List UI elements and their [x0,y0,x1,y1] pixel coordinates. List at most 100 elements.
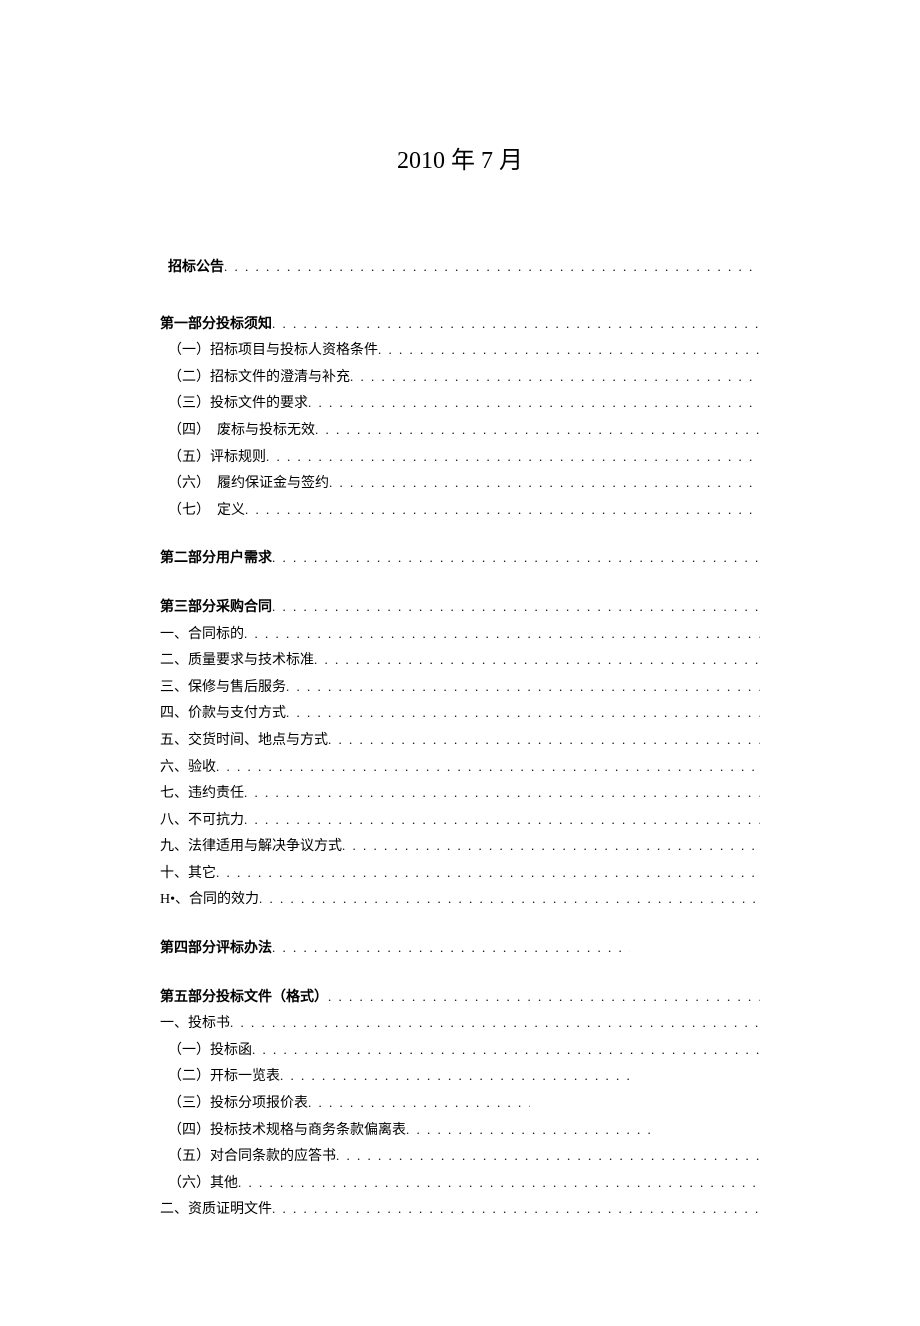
toc-entry: （四）投标技术规格与商务条款偏离表 . . . . . . . . . . . … [160,1118,650,1145]
toc-leader-dots: . . . . . . . . . . . . . . . . . . . . … [378,338,760,363]
toc-leader-dots: . . . . . . . . . . . . . . . . . . . . … [406,1118,650,1143]
toc-label: 八、不可抗力 [160,808,244,835]
toc-leader-dots: . . . . . . . . . . . . . . . . . . . . … [308,391,760,416]
toc-entry: （三）投标分项报价表 . . . . . . . . . . . . . . .… [160,1091,530,1118]
toc-label: 十、其它 [160,861,216,888]
page-title: 2010 年 7 月 [160,140,760,175]
toc-entry: （二）招标文件的澄清与补充 . . . . . . . . . . . . . … [160,365,760,392]
toc-label: 四、价款与支付方式 [160,701,286,728]
toc-leader-dots: . . . . . . . . . . . . . . . . . . . . … [216,861,760,886]
toc-entry: 七、违约责任 . . . . . . . . . . . . . . . . .… [160,781,760,808]
toc-entry: 第三部分采购合同 . . . . . . . . . . . . . . . .… [160,595,760,622]
toc-leader-dots: . . . . . . . . . . . . . . . . . . . . … [266,445,760,470]
toc-leader-dots: . . . . . . . . . . . . . . . . . . . . … [244,808,760,833]
toc-leader-dots: . . . . . . . . . . . . . . . . . . . . … [272,1197,760,1222]
toc-label: 九、法律适用与解决争议方式 [160,834,342,861]
toc-leader-dots: . . . . . . . . . . . . . . . . . . . . … [315,418,760,443]
toc-entry: 一、投标书 . . . . . . . . . . . . . . . . . … [160,1011,760,1038]
toc-label: 第四部分评标办法 [160,936,272,963]
toc-entry: （五）对合同条款的应答书 . . . . . . . . . . . . . .… [160,1144,760,1171]
toc-leader-dots: . . . . . . . . . . . . . . . . . . . . … [238,1171,760,1196]
toc-label: （四）投标技术规格与商务条款偏离表 [168,1118,406,1145]
toc-label: 第五部分投标文件（格式） [160,985,328,1012]
toc-entry: 二、质量要求与技术标准 . . . . . . . . . . . . . . … [160,648,760,675]
toc-entry: 第二部分用户需求 . . . . . . . . . . . . . . . .… [160,546,760,573]
toc-leader-dots: . . . . . . . . . . . . . . . . . . . . … [244,622,760,647]
table-of-contents: 招标公告 . . . . . . . . . . . . . . . . . .… [160,255,760,1224]
toc-leader-dots: . . . . . . . . . . . . . . . . . . . . … [272,595,760,620]
toc-label: （一）招标项目与投标人资格条件 [168,338,378,365]
toc-section-part-3: 第三部分采购合同 . . . . . . . . . . . . . . . .… [160,595,760,914]
toc-label: 二、资质证明文件 [160,1197,272,1224]
toc-leader-dots: . . . . . . . . . . . . . . . . . . . . … [286,701,760,726]
toc-entry: （四） 废标与投标无效 . . . . . . . . . . . . . . … [160,418,760,445]
toc-section-part-5: 第五部分投标文件（格式） . . . . . . . . . . . . . .… [160,985,760,1224]
toc-entry: （七） 定义 . . . . . . . . . . . . . . . . .… [160,498,760,525]
toc-label: 六、验收 [160,755,216,782]
toc-label: 招标公告 [168,255,224,282]
toc-label: 七、违约责任 [160,781,244,808]
toc-leader-dots: . . . . . . . . . . . . . . . . . . . . … [252,1038,760,1063]
toc-section-announcement: 招标公告 . . . . . . . . . . . . . . . . . .… [160,255,760,282]
toc-leader-dots: . . . . . . . . . . . . . . . . . . . . … [280,1064,630,1089]
toc-entry: H•、合同的效力 . . . . . . . . . . . . . . . .… [160,887,760,914]
toc-label: （一）投标函 [168,1038,252,1065]
toc-label: （三）投标分项报价表 [168,1091,308,1118]
toc-label: （四） 废标与投标无效 [168,418,315,445]
toc-entry: 四、价款与支付方式 . . . . . . . . . . . . . . . … [160,701,760,728]
toc-entry: 五、交货时间、地点与方式 . . . . . . . . . . . . . .… [160,728,760,755]
toc-label: （六）其他 [168,1171,238,1198]
toc-entry: 第一部分投标须知 . . . . . . . . . . . . . . . .… [160,312,760,339]
toc-leader-dots: . . . . . . . . . . . . . . . . . . . . … [245,498,760,523]
toc-label: H•、合同的效力 [160,887,259,914]
toc-leader-dots: . . . . . . . . . . . . . . . . . . . . … [329,471,760,496]
toc-label: 三、保修与售后服务 [160,675,286,702]
toc-entry: （一）招标项目与投标人资格条件 . . . . . . . . . . . . … [160,338,760,365]
toc-label: 第二部分用户需求 [160,546,272,573]
toc-entry: 二、资质证明文件 . . . . . . . . . . . . . . . .… [160,1197,760,1224]
toc-entry: 九、法律适用与解决争议方式 . . . . . . . . . . . . . … [160,834,760,861]
toc-leader-dots: . . . . . . . . . . . . . . . . . . . . … [328,728,760,753]
toc-label: 一、合同标的 [160,622,244,649]
toc-label: （五）评标规则 [168,445,266,472]
toc-leader-dots: . . . . . . . . . . . . . . . . . . . . … [314,648,760,673]
toc-leader-dots: . . . . . . . . . . . . . . . . . . . . … [259,887,760,912]
toc-leader-dots: . . . . . . . . . . . . . . . . . . . . … [336,1144,760,1169]
toc-entry: 招标公告 . . . . . . . . . . . . . . . . . .… [160,255,760,282]
toc-leader-dots: . . . . . . . . . . . . . . . . . . . . … [272,312,760,337]
document-page: 2010 年 7 月 招标公告 . . . . . . . . . . . . … [0,0,920,1326]
toc-entry: （五）评标规则 . . . . . . . . . . . . . . . . … [160,445,760,472]
toc-label: （二）招标文件的澄清与补充 [168,365,350,392]
toc-leader-dots: . . . . . . . . . . . . . . . . . . . . … [230,1011,760,1036]
toc-label: 第三部分采购合同 [160,595,272,622]
toc-leader-dots: . . . . . . . . . . . . . . . . . . . . … [216,755,760,780]
toc-section-part-1: 第一部分投标须知 . . . . . . . . . . . . . . . .… [160,312,760,525]
toc-leader-dots: . . . . . . . . . . . . . . . . . . . . … [328,985,760,1010]
toc-entry: 一、合同标的 . . . . . . . . . . . . . . . . .… [160,622,760,649]
toc-label: 二、质量要求与技术标准 [160,648,314,675]
toc-label: 五、交货时间、地点与方式 [160,728,328,755]
toc-leader-dots: . . . . . . . . . . . . . . . . . . . . … [350,365,760,390]
toc-entry: （三）投标文件的要求 . . . . . . . . . . . . . . .… [160,391,760,418]
toc-leader-dots: . . . . . . . . . . . . . . . . . . . . … [272,936,630,961]
toc-section-part-4: 第四部分评标办法 . . . . . . . . . . . . . . . .… [160,936,760,963]
toc-leader-dots: . . . . . . . . . . . . . . . . . . . . … [308,1091,530,1116]
toc-entry: （一）投标函 . . . . . . . . . . . . . . . . .… [160,1038,760,1065]
toc-entry: 第四部分评标办法 . . . . . . . . . . . . . . . .… [160,936,630,963]
toc-label: （六） 履约保证金与签约 [168,471,329,498]
toc-leader-dots: . . . . . . . . . . . . . . . . . . . . … [224,255,760,280]
toc-section-part-2: 第二部分用户需求 . . . . . . . . . . . . . . . .… [160,546,760,573]
toc-entry: 三、保修与售后服务 . . . . . . . . . . . . . . . … [160,675,760,702]
toc-leader-dots: . . . . . . . . . . . . . . . . . . . . … [272,546,760,571]
toc-entry: 十、其它 . . . . . . . . . . . . . . . . . .… [160,861,760,888]
toc-entry: （六）其他 . . . . . . . . . . . . . . . . . … [160,1171,760,1198]
toc-leader-dots: . . . . . . . . . . . . . . . . . . . . … [342,834,760,859]
toc-label: 第一部分投标须知 [160,312,272,339]
toc-entry: （六） 履约保证金与签约 . . . . . . . . . . . . . .… [160,471,760,498]
toc-label: （三）投标文件的要求 [168,391,308,418]
toc-entry: 第五部分投标文件（格式） . . . . . . . . . . . . . .… [160,985,760,1012]
toc-entry: 六、验收 . . . . . . . . . . . . . . . . . .… [160,755,760,782]
toc-entry: （二）开标一览表 . . . . . . . . . . . . . . . .… [160,1064,630,1091]
toc-entry: 八、不可抗力 . . . . . . . . . . . . . . . . .… [160,808,760,835]
toc-leader-dots: . . . . . . . . . . . . . . . . . . . . … [286,675,760,700]
